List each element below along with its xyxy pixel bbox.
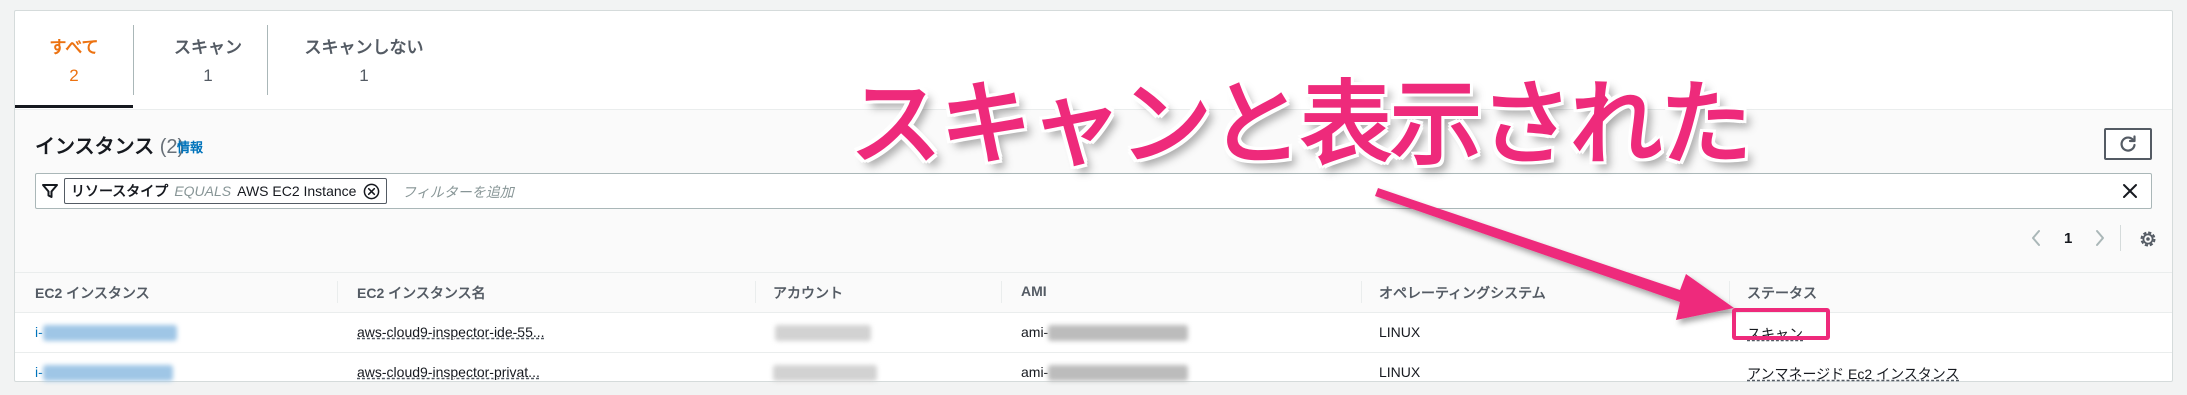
column-divider bbox=[755, 281, 756, 303]
dismiss-icon[interactable] bbox=[363, 183, 380, 200]
operating-system: LINUX bbox=[1379, 324, 1421, 340]
redacted-instance-id bbox=[42, 365, 173, 382]
close-icon[interactable] bbox=[2121, 182, 2139, 200]
pagination: 1 bbox=[2012, 221, 2172, 261]
highlight-box bbox=[1732, 308, 1830, 340]
account-id bbox=[775, 324, 871, 342]
column-header-os[interactable]: オペレーティングシステム bbox=[1379, 283, 1546, 303]
filter-input[interactable]: フィルターを追加 bbox=[402, 182, 514, 202]
tab-no-scan[interactable]: スキャンしない 1 bbox=[268, 11, 460, 108]
table-row: i- aws-cloud9-inspector-ide-55... ami- L… bbox=[15, 313, 2172, 353]
column-divider bbox=[1361, 281, 1362, 303]
operating-system: LINUX bbox=[1379, 364, 1421, 380]
tab-all[interactable]: すべて 2 bbox=[15, 11, 133, 108]
instance-id-link[interactable]: i- bbox=[35, 364, 173, 382]
column-header-instance-name[interactable]: EC2 インスタンス名 bbox=[357, 283, 486, 303]
account-id bbox=[773, 364, 877, 382]
tab-all-count: 2 bbox=[69, 66, 79, 85]
instance-name[interactable]: aws-cloud9-inspector-privat... bbox=[357, 364, 540, 380]
column-header-ami[interactable]: AMI bbox=[1021, 283, 1047, 299]
ami-id: ami- bbox=[1021, 324, 1189, 342]
chevron-right-icon[interactable] bbox=[2094, 229, 2106, 247]
instance-name[interactable]: aws-cloud9-inspector-ide-55... bbox=[357, 324, 545, 340]
redacted-account-id bbox=[775, 325, 871, 342]
column-header-status[interactable]: ステータス bbox=[1747, 283, 1817, 303]
tab-scan-label: スキャン bbox=[174, 38, 242, 57]
filter-token-operator: EQUALS bbox=[174, 183, 232, 199]
status-value[interactable]: アンマネージド Ec2 インスタンス bbox=[1747, 364, 1960, 384]
ami-id: ami- bbox=[1021, 364, 1189, 382]
tab-no-scan-label: スキャンしない bbox=[304, 38, 424, 57]
instance-id-prefix: i- bbox=[35, 324, 43, 340]
instance-id-prefix: i- bbox=[35, 364, 43, 380]
page-number[interactable]: 1 bbox=[2064, 230, 2072, 247]
filter-token-value: AWS EC2 Instance bbox=[237, 183, 357, 199]
column-divider bbox=[337, 281, 338, 303]
column-header-instance[interactable]: EC2 インスタンス bbox=[35, 283, 150, 303]
redacted-ami-id bbox=[1048, 325, 1189, 342]
section-title-text: インスタンス bbox=[35, 136, 155, 158]
refresh-icon bbox=[2120, 135, 2136, 152]
filter-token[interactable]: リソースタイプ EQUALS AWS EC2 Instance bbox=[64, 178, 388, 204]
tab-no-scan-count: 1 bbox=[359, 66, 369, 85]
section-title: インスタンス (2) bbox=[35, 130, 184, 159]
redacted-account-id bbox=[773, 365, 877, 382]
instance-id-link[interactable]: i- bbox=[35, 324, 177, 342]
tab-all-label: すべて bbox=[49, 38, 99, 57]
ami-prefix: ami- bbox=[1021, 324, 1049, 340]
column-divider bbox=[1729, 281, 1730, 303]
info-link[interactable]: 情報 bbox=[177, 137, 203, 156]
filter-token-key: リソースタイプ bbox=[71, 183, 169, 199]
column-divider bbox=[1001, 281, 1002, 303]
gear-icon[interactable] bbox=[2138, 229, 2158, 249]
redacted-ami-id bbox=[1048, 365, 1189, 382]
tab-scan[interactable]: スキャン 1 bbox=[134, 11, 282, 108]
refresh-button[interactable] bbox=[2104, 128, 2152, 160]
table-header: EC2 インスタンス EC2 インスタンス名 アカウント AMI オペレーティン… bbox=[15, 272, 2172, 313]
annotation-text: スキャンと表示された bbox=[850, 71, 1752, 178]
chevron-left-icon[interactable] bbox=[2030, 229, 2042, 247]
tab-scan-count: 1 bbox=[203, 66, 213, 85]
column-header-account[interactable]: アカウント bbox=[773, 283, 843, 303]
redacted-instance-id bbox=[42, 325, 177, 342]
filter-icon bbox=[42, 184, 58, 198]
ami-prefix: ami- bbox=[1021, 364, 1049, 380]
table-row: i- aws-cloud9-inspector-privat... ami- L… bbox=[15, 353, 2172, 393]
pagination-divider bbox=[2120, 225, 2121, 251]
